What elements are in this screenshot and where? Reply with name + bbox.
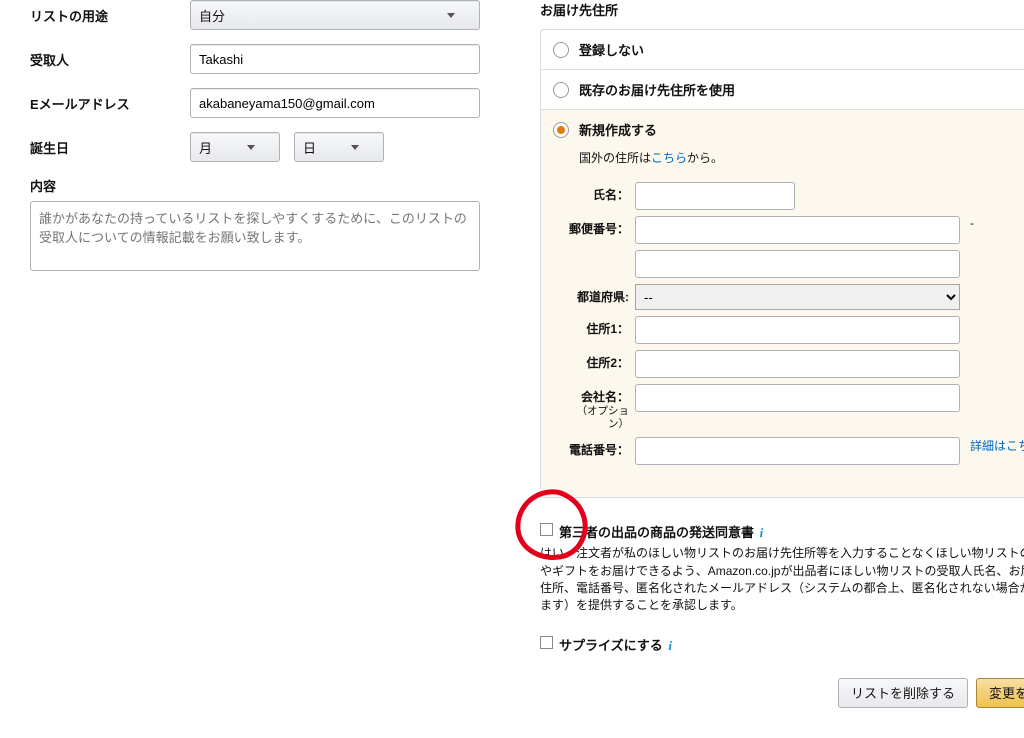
postal2-label: [565, 250, 629, 256]
right-column: お届け先住所 登録しない 既存のお届け先住所を使用 新規作成する 国外の住所はこ…: [540, 0, 1024, 708]
addr2-label: 住所2：: [565, 350, 629, 371]
radio-icon: [553, 122, 569, 138]
radio-label-new: 新規作成する: [579, 120, 657, 139]
surprise-label: サプライズにする: [559, 638, 663, 653]
third-party-consent: 第三者の出品の商品の発送同意書 i はい、注文者が私のほしい物リストのお届け先住…: [540, 522, 1024, 654]
postal-label: 郵便番号：: [565, 216, 629, 237]
save-changes-button[interactable]: 変更を保存: [976, 678, 1024, 708]
consent-body: はい、注文者が私のほしい物リストのお届け先住所等を入力することなくほしい物リスト…: [540, 545, 1024, 615]
address-section-title: お届け先住所: [540, 0, 1024, 19]
left-column: リストの用途 自分 受取人 Eメールアドレス 誕生日 月: [30, 0, 480, 708]
action-buttons: リストを削除する 変更を保存: [540, 678, 1024, 708]
phone-label: 電話番号：: [565, 437, 629, 458]
radio-label-none: 登録しない: [579, 40, 644, 59]
addr1-input[interactable]: [635, 316, 960, 344]
new-address-form: 氏名： 郵便番号： - 都道府県:: [553, 178, 1024, 487]
birthday-month-select[interactable]: 月: [190, 132, 280, 162]
phone-details-link[interactable]: 詳細はこちら: [970, 437, 1024, 454]
list-purpose-label: リストの用途: [30, 6, 190, 25]
overseas-note: 国外の住所はこちらから。: [553, 143, 1024, 178]
radio-option-none[interactable]: 登録しない: [541, 30, 1024, 70]
name-label: 氏名：: [565, 182, 629, 203]
recipient-input[interactable]: [190, 44, 480, 74]
surprise-checkbox[interactable]: [540, 636, 553, 649]
list-purpose-value: 自分: [199, 6, 225, 25]
address-radio-group: 登録しない 既存のお届け先住所を使用 新規作成する 国外の住所はこちらから。: [540, 29, 1024, 498]
postal-dash: -: [970, 216, 974, 230]
postal-input[interactable]: [635, 216, 960, 244]
content-label: 内容: [30, 179, 56, 194]
addr2-input[interactable]: [635, 350, 960, 378]
overseas-link[interactable]: こちら: [651, 151, 687, 165]
company-label: 会社名： （オプション）: [565, 384, 629, 431]
birthday-month-value: 月: [199, 138, 212, 157]
radio-label-existing: 既存のお届け先住所を使用: [579, 80, 735, 99]
info-icon[interactable]: i: [668, 638, 672, 653]
info-icon[interactable]: i: [760, 525, 764, 540]
radio-option-new[interactable]: 新規作成する: [541, 110, 1024, 143]
company-input[interactable]: [635, 384, 960, 412]
delete-list-button[interactable]: リストを削除する: [838, 678, 968, 708]
recipient-label: 受取人: [30, 50, 190, 69]
birthday-day-value: 日: [303, 138, 316, 157]
consent-checkbox[interactable]: [540, 523, 553, 536]
email-input[interactable]: [190, 88, 480, 118]
postal-input-2[interactable]: [635, 250, 960, 278]
pref-label: 都道府県:: [565, 284, 629, 305]
consent-title: 第三者の出品の商品の発送同意書: [559, 525, 754, 540]
radio-icon: [553, 82, 569, 98]
email-label: Eメールアドレス: [30, 94, 190, 113]
addr1-label: 住所1：: [565, 316, 629, 337]
list-purpose-select[interactable]: 自分: [190, 0, 480, 30]
name-input[interactable]: [635, 182, 795, 210]
radio-option-existing[interactable]: 既存のお届け先住所を使用: [541, 70, 1024, 110]
phone-input[interactable]: [635, 437, 960, 465]
radio-icon: [553, 42, 569, 58]
birthday-label: 誕生日: [30, 138, 190, 157]
radio-new-expanded: 国外の住所はこちらから。 氏名： 郵便番号： -: [541, 143, 1024, 497]
pref-select[interactable]: --: [635, 284, 960, 310]
birthday-day-select[interactable]: 日: [294, 132, 384, 162]
content-textarea[interactable]: [30, 201, 480, 271]
